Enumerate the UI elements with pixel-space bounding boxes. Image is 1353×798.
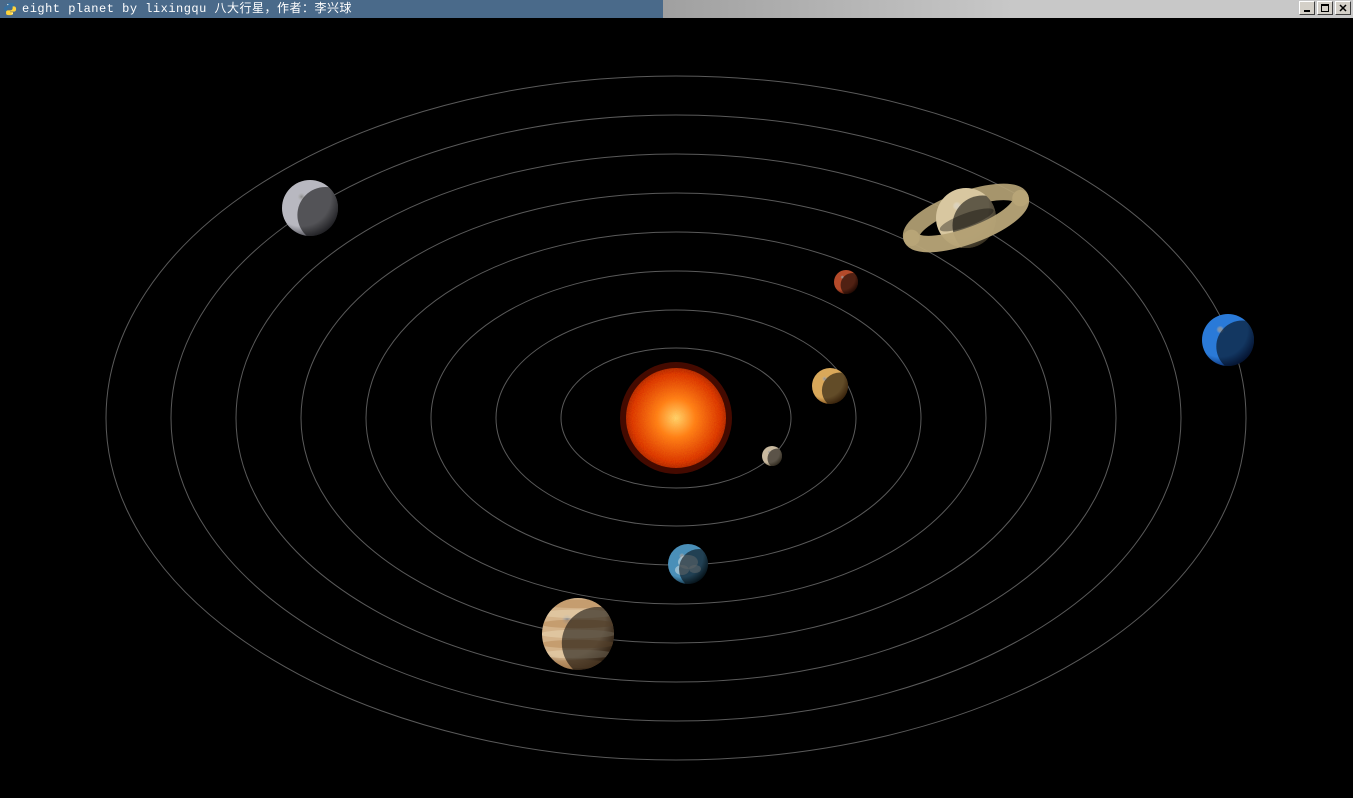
close-button[interactable] bbox=[1335, 1, 1351, 15]
titlebar[interactable]: eight planet by lixingqu 八大行星，作者：李兴球 bbox=[0, 0, 1353, 18]
maximize-button[interactable] bbox=[1317, 1, 1333, 15]
python-icon bbox=[2, 1, 18, 17]
minimize-button[interactable] bbox=[1299, 1, 1315, 15]
simulation-canvas[interactable] bbox=[0, 18, 1353, 798]
app-window: eight planet by lixingqu 八大行星，作者：李兴球 bbox=[0, 0, 1353, 798]
solar-system-scene bbox=[0, 18, 1353, 798]
window-controls bbox=[1297, 1, 1351, 15]
minimize-icon bbox=[1303, 4, 1311, 12]
window-title: eight planet by lixingqu 八大行星，作者：李兴球 bbox=[22, 0, 352, 18]
sun bbox=[620, 362, 732, 474]
maximize-icon bbox=[1321, 4, 1329, 12]
close-icon bbox=[1339, 4, 1347, 12]
